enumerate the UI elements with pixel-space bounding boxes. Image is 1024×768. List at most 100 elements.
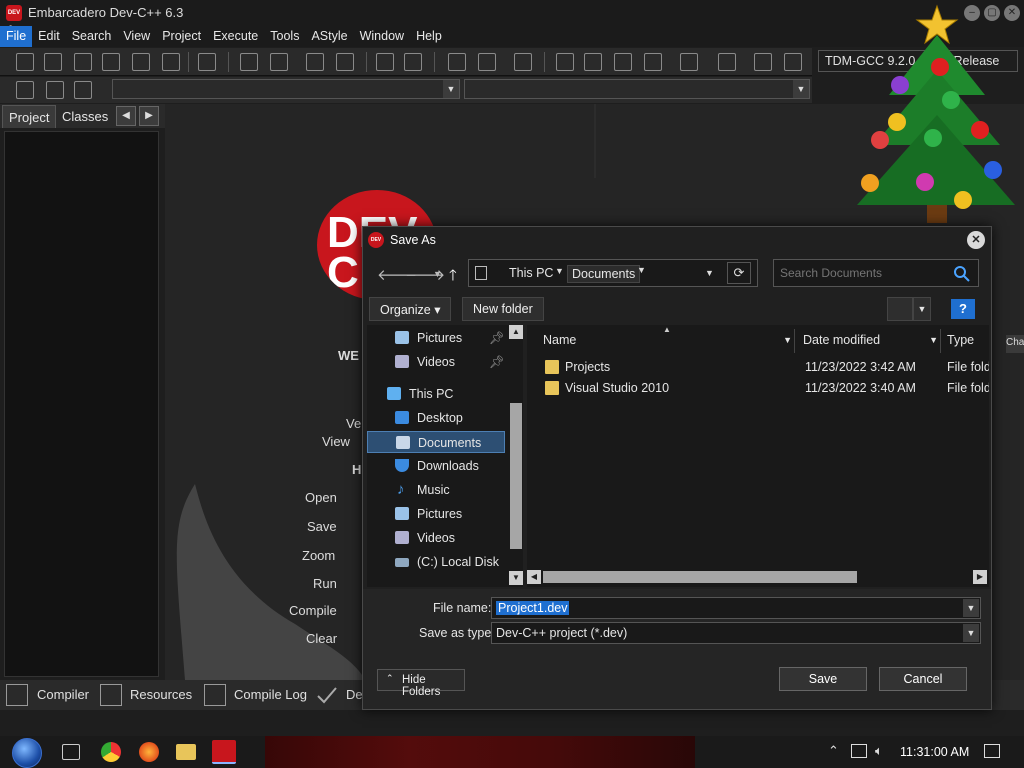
tree-item-videos-pinned[interactable]: Videos 📌︎: [367, 351, 505, 373]
menu-astyle[interactable]: AStyle: [305, 26, 353, 47]
tab-classes[interactable]: Classes: [56, 105, 114, 128]
breadcrumb-documents[interactable]: Documents: [567, 265, 641, 283]
bookmark-icon[interactable]: [46, 81, 64, 99]
refresh-icon[interactable]: ⟳: [727, 262, 751, 284]
tree-item-desktop[interactable]: Desktop: [367, 407, 505, 429]
filename-input[interactable]: Project1.dev ▼: [491, 597, 981, 619]
chevron-right-icon[interactable]: ▶: [139, 106, 159, 126]
breadcrumb-chevron-icon[interactable]: ▼: [555, 266, 564, 276]
print-icon[interactable]: [198, 53, 216, 71]
class-combo[interactable]: ▼: [112, 79, 460, 99]
redo-icon[interactable]: [404, 53, 422, 71]
tab-resources[interactable]: Resources: [130, 687, 192, 702]
file-list-hscrollbar[interactable]: ◀ ▶: [527, 569, 989, 585]
breadcrumb-this-pc[interactable]: This PC: [505, 265, 557, 281]
tree-item-documents[interactable]: Documents: [367, 431, 505, 453]
recent-locations-chevron-icon[interactable]: ▼: [433, 269, 442, 279]
menu-edit[interactable]: Edit: [32, 26, 66, 47]
add-file-icon[interactable]: [478, 53, 496, 71]
find-icon[interactable]: [240, 53, 258, 71]
indent-icon[interactable]: [306, 53, 324, 71]
profile-icon[interactable]: [754, 53, 772, 71]
rebuild-icon[interactable]: [644, 53, 662, 71]
tree-item-videos[interactable]: Videos: [367, 527, 505, 549]
new-folder-button[interactable]: New folder: [462, 297, 544, 321]
compile-run-icon[interactable]: [614, 53, 632, 71]
open-file-icon[interactable]: [44, 53, 62, 71]
taskbar-clock[interactable]: 11:31:00 AM: [900, 745, 969, 759]
menu-tools[interactable]: Tools: [264, 26, 305, 47]
start-button[interactable]: [12, 738, 42, 768]
view-chevron-icon[interactable]: ▼: [913, 297, 931, 321]
menu-execute[interactable]: Execute: [207, 26, 264, 47]
save-all-icon[interactable]: [102, 53, 120, 71]
menu-search[interactable]: Search: [66, 26, 118, 47]
help-icon[interactable]: ?: [951, 299, 975, 319]
search-input[interactable]: [780, 265, 948, 281]
up-arrow-icon[interactable]: 🡑: [449, 265, 457, 290]
search-icon[interactable]: [954, 266, 970, 282]
savetype-select[interactable]: Dev-C++ project (*.dev) ▼: [491, 622, 981, 644]
column-header-date[interactable]: Date modified ▼: [797, 329, 941, 353]
comment-icon[interactable]: [514, 53, 532, 71]
address-dropdown-icon[interactable]: ▼: [705, 268, 714, 278]
tree-item-downloads[interactable]: Downloads: [367, 455, 505, 477]
column-header-type[interactable]: Type: [941, 329, 989, 353]
goto-icon[interactable]: [16, 81, 34, 99]
chevron-down-icon[interactable]: ▼: [929, 335, 938, 345]
close-all-icon[interactable]: [162, 53, 180, 71]
tab-compile-log[interactable]: Compile Log: [234, 687, 307, 702]
breadcrumb-chevron-icon[interactable]: ▼: [637, 265, 646, 275]
task-view-icon[interactable]: [62, 744, 80, 760]
new-file-icon[interactable]: [16, 53, 34, 71]
bookmark-list-icon[interactable]: [74, 81, 92, 99]
scroll-left-icon[interactable]: ◀: [527, 570, 541, 584]
firefox-icon[interactable]: [139, 742, 159, 762]
devcpp-taskbar-icon[interactable]: [212, 740, 236, 764]
chevron-down-icon[interactable]: ▼: [783, 335, 792, 345]
menu-project[interactable]: Project: [156, 26, 207, 47]
chrome-icon[interactable]: [101, 742, 121, 762]
cancel-button[interactable]: Cancel: [879, 667, 967, 691]
close-file-icon[interactable]: [132, 53, 150, 71]
menu-help[interactable]: Help: [410, 26, 448, 47]
hscroll-thumb[interactable]: [543, 571, 857, 583]
delete-profile-icon[interactable]: [784, 53, 802, 71]
tab-debug[interactable]: De: [346, 687, 363, 702]
tree-item-local-disk[interactable]: (C:) Local Disk: [367, 551, 505, 573]
tree-item-pictures-pinned[interactable]: Pictures 📌︎: [367, 327, 505, 349]
tree-item-music[interactable]: ♪ Music: [367, 479, 505, 501]
file-row[interactable]: Projects 11/23/2022 3:42 AM File fold: [527, 357, 989, 378]
menu-file[interactable]: File: [0, 26, 33, 47]
notification-icon[interactable]: [984, 744, 1000, 758]
network-icon[interactable]: [851, 744, 867, 758]
file-row[interactable]: Visual Studio 2010 11/23/2022 3:40 AM Fi…: [527, 378, 989, 399]
tab-compiler[interactable]: Compiler: [37, 687, 89, 702]
check-syntax-icon[interactable]: [680, 53, 698, 71]
member-combo[interactable]: ▼: [464, 79, 810, 99]
scroll-up-icon[interactable]: ▲: [509, 325, 523, 339]
tab-project[interactable]: Project: [2, 105, 57, 128]
unindent-icon[interactable]: [336, 53, 354, 71]
tree-item-this-pc[interactable]: This PC: [367, 383, 505, 405]
view-options-icon[interactable]: [887, 297, 913, 321]
run-icon[interactable]: [584, 53, 602, 71]
chevron-down-icon[interactable]: ▼: [963, 624, 979, 642]
new-project-icon[interactable]: [448, 53, 466, 71]
save-button[interactable]: Save: [779, 667, 867, 691]
tree-item-pictures[interactable]: Pictures: [367, 503, 505, 525]
organize-button[interactable]: Organize ▾: [369, 297, 452, 321]
chevron-up-icon[interactable]: ⌃: [828, 743, 839, 759]
pin-icon[interactable]: 📌︎: [489, 331, 505, 346]
dialog-close-button[interactable]: ✕: [967, 231, 985, 249]
volume-icon[interactable]: 🔈︎: [875, 743, 883, 759]
side-button[interactable]: Cha: [1006, 335, 1024, 353]
menu-window[interactable]: Window: [354, 26, 410, 47]
scroll-down-icon[interactable]: ▼: [509, 571, 523, 585]
file-explorer-icon[interactable]: [176, 744, 196, 760]
project-tree-panel[interactable]: [4, 131, 159, 677]
tree-scrollbar[interactable]: ▲ ▼: [509, 325, 523, 587]
hide-folders-button[interactable]: ⌃ Hide Folders: [377, 669, 465, 698]
address-bar[interactable]: This PC ▼ Documents ▼ ▼ ⟳: [468, 259, 758, 287]
menu-view[interactable]: View: [117, 26, 156, 47]
